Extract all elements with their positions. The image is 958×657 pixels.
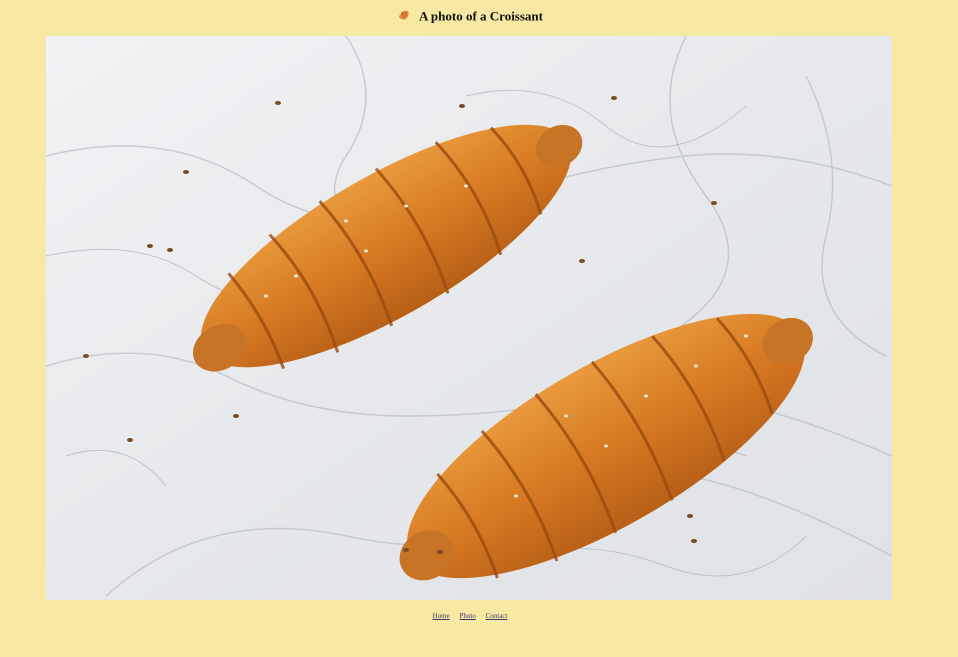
nav-link-photo[interactable]: Photo	[459, 612, 475, 620]
croissant-icon	[398, 11, 409, 20]
nav-link-home[interactable]: Home	[433, 612, 450, 620]
page-title: A photo of a Croissant	[418, 8, 543, 24]
croissant-photo	[46, 36, 892, 600]
footer-nav: Home Photo Contact	[0, 612, 940, 621]
nav-link-contact[interactable]: Contact	[486, 612, 508, 620]
page-header: A photo of a Croissant	[0, 6, 940, 26]
